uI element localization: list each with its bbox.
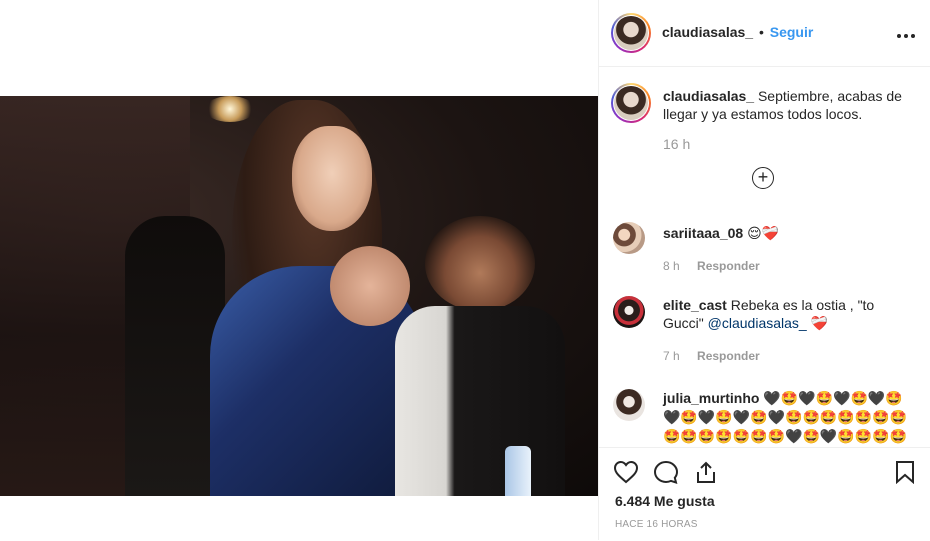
caption: claudiasalas_ Septiembre, acabas de lleg… [611, 83, 913, 153]
more-options-icon[interactable] [896, 22, 916, 45]
reply-button[interactable]: Responder [697, 349, 760, 363]
comment-text: 😌❤️‍🩹 [747, 226, 780, 242]
caption-username[interactable]: claudiasalas_ [663, 88, 754, 104]
likes-count[interactable]: 6.484 Me gusta [615, 493, 715, 509]
comment-icon[interactable] [653, 460, 679, 489]
commenter-username[interactable]: elite_cast [663, 297, 727, 313]
share-icon[interactable] [693, 460, 719, 489]
comment-mention[interactable]: @claudiasalas_ [708, 315, 807, 331]
follow-separator: • [758, 24, 764, 40]
post-photo[interactable] [0, 96, 598, 496]
caption-avatar[interactable] [611, 83, 651, 123]
comment-item: sariitaaa_08 😌❤️‍🩹 8 h Responder [613, 222, 913, 275]
commenter-avatar[interactable] [613, 222, 645, 254]
load-more-comments-icon[interactable]: + [752, 167, 774, 189]
post-media-area [0, 0, 598, 540]
comment-time[interactable]: 8 h [663, 259, 680, 273]
commenter-avatar[interactable] [613, 389, 645, 421]
follow-button[interactable]: Seguir [770, 24, 814, 40]
comment-emoji: ❤️‍🩹 [810, 316, 829, 332]
author-avatar[interactable] [611, 13, 651, 53]
heart-icon[interactable] [613, 460, 639, 489]
comment-item: julia_murtinho 🖤🤩🖤🤩🖤🤩🖤🤩🖤🤩🖤🤩🖤🤩🖤🤩🤩🤩🤩🤩🤩🤩🤩🤩🤩… [613, 389, 913, 446]
commenter-username[interactable]: sariitaaa_08 [663, 225, 743, 241]
reply-button[interactable]: Responder [697, 259, 760, 273]
post-side-panel: claudiasalas_ • Seguir claudiasalas_ Sep… [599, 0, 930, 540]
comment-item: elite_cast Rebeka es la ostia , "to Gucc… [613, 296, 913, 365]
caption-time[interactable]: 16 h [663, 136, 690, 152]
post-header: claudiasalas_ • Seguir [599, 0, 930, 67]
post-timestamp[interactable]: HACE 16 HORAS [615, 519, 698, 530]
bookmark-icon[interactable] [894, 460, 916, 489]
author-username[interactable]: claudiasalas_ [662, 24, 753, 40]
commenter-username[interactable]: julia_murtinho [663, 390, 759, 406]
post-actions: 6.484 Me gusta HACE 16 HORAS [599, 447, 930, 541]
commenter-avatar[interactable] [613, 296, 645, 328]
comment-time[interactable]: 7 h [663, 349, 680, 363]
comments-list: claudiasalas_ Septiembre, acabas de lleg… [599, 67, 930, 447]
